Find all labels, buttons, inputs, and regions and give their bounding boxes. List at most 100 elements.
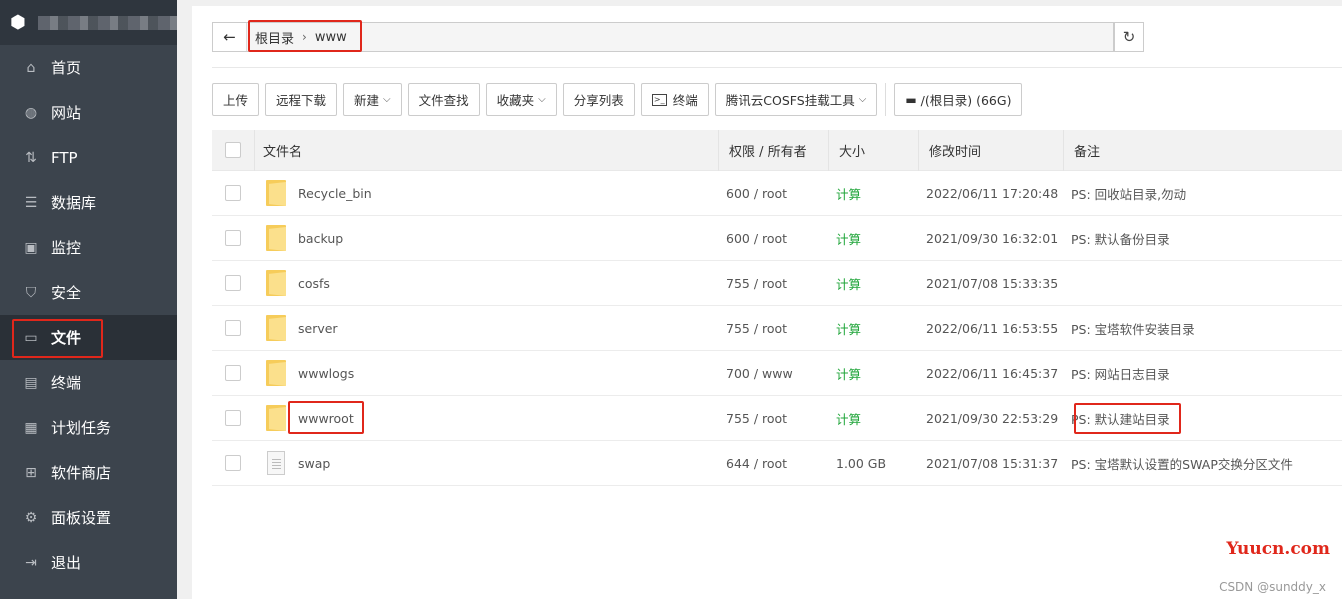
file-name[interactable]: backup bbox=[298, 231, 343, 246]
share-list-label: 分享列表 bbox=[573, 93, 624, 108]
site-watermark: Yuucn.com bbox=[1226, 539, 1330, 559]
sidebar-item-label: 软件商店 bbox=[51, 464, 112, 482]
sidebar-item-cron[interactable]: ▦ 计划任务 bbox=[0, 405, 177, 450]
size-cell[interactable]: 计算 bbox=[828, 319, 918, 338]
sidebar-item-monitor[interactable]: ▣ 监控 bbox=[0, 225, 177, 270]
select-all-checkbox[interactable] bbox=[225, 142, 241, 158]
cosfs-label: 腾讯云COSFS挂载工具 bbox=[725, 93, 855, 108]
size-cell[interactable]: 计算 bbox=[828, 229, 918, 248]
row-checkbox[interactable] bbox=[225, 455, 241, 471]
row-checkbox[interactable] bbox=[225, 185, 241, 201]
header-name[interactable]: 文件名 bbox=[254, 129, 718, 171]
disk-button[interactable]: ▬/(根目录) (66G) bbox=[894, 83, 1023, 116]
header-time[interactable]: 修改时间 bbox=[918, 129, 1063, 171]
home-icon: ⌂ bbox=[26, 59, 36, 76]
remote-download-label: 远程下载 bbox=[276, 93, 327, 108]
row-check-cell bbox=[212, 320, 254, 336]
time-cell: 2022/06/11 17:20:48 bbox=[926, 185, 1059, 201]
sidebar-item-database[interactable]: ☰ 数据库 bbox=[0, 180, 177, 225]
sidebar-item-website[interactable]: ◍ 网站 bbox=[0, 90, 177, 135]
row-checkbox[interactable] bbox=[225, 320, 241, 336]
row-checkbox[interactable] bbox=[225, 230, 241, 246]
note-cell[interactable]: PS: 网站日志目录 bbox=[1063, 364, 1342, 383]
table-row[interactable]: swap 644 / root 1.00 GB 2021/07/08 15:31… bbox=[212, 441, 1342, 486]
author-watermark: CSDN @sunddy_x bbox=[1219, 580, 1326, 594]
note-cell[interactable]: PS: 宝塔软件安装目录 bbox=[1063, 319, 1342, 338]
sidebar-item-label: 终端 bbox=[51, 374, 82, 392]
row-check-cell bbox=[212, 275, 254, 291]
size-cell[interactable]: 计算 bbox=[828, 274, 918, 293]
row-check-cell bbox=[212, 230, 254, 246]
row-checkbox[interactable] bbox=[225, 410, 241, 426]
file-name[interactable]: cosfs bbox=[298, 276, 330, 291]
sidebar-item-store[interactable]: ⊞ 软件商店 bbox=[0, 450, 177, 495]
sidebar-item-label: 首页 bbox=[51, 59, 82, 77]
file-name[interactable]: Recycle_bin bbox=[298, 186, 372, 201]
back-button[interactable]: ← bbox=[213, 23, 247, 51]
folder-icon bbox=[266, 360, 286, 386]
select-all-cell bbox=[212, 142, 254, 158]
folder-icon bbox=[266, 405, 286, 431]
name-cell: backup bbox=[254, 225, 718, 251]
sidebar-item-security[interactable]: ⛉ 安全 bbox=[0, 270, 177, 315]
perm-cell[interactable]: 700 / www bbox=[718, 366, 828, 381]
size-cell[interactable]: 计算 bbox=[828, 409, 918, 428]
table-row[interactable]: cosfs 755 / root 计算 2021/07/08 15:33:35 bbox=[212, 261, 1342, 306]
table-row[interactable]: Recycle_bin 600 / root 计算 2022/06/11 17:… bbox=[212, 171, 1342, 216]
new-dropdown-button[interactable]: 新建 ⌵ bbox=[343, 83, 402, 116]
breadcrumb-current[interactable]: www bbox=[307, 30, 355, 45]
sidebar-item-settings[interactable]: ⚙ 面板设置 bbox=[0, 495, 177, 540]
note-cell[interactable]: PS: 默认建站目录 bbox=[1063, 409, 1342, 428]
share-list-button[interactable]: 分享列表 bbox=[562, 83, 635, 116]
name-cell: wwwroot bbox=[254, 405, 718, 431]
header-size[interactable]: 大小 bbox=[828, 129, 918, 171]
size-cell[interactable]: 计算 bbox=[828, 184, 918, 203]
table-row[interactable]: server 755 / root 计算 2022/06/11 16:53:55… bbox=[212, 306, 1342, 351]
table-row[interactable]: wwwlogs 700 / www 计算 2022/06/11 16:45:37… bbox=[212, 351, 1342, 396]
time-cell: 2021/07/08 15:31:37 bbox=[926, 455, 1059, 471]
favorites-dropdown-button[interactable]: 收藏夹 ⌵ bbox=[485, 83, 557, 116]
file-name[interactable]: wwwroot bbox=[298, 411, 354, 426]
name-cell: Recycle_bin bbox=[254, 180, 718, 206]
size-cell[interactable]: 计算 bbox=[828, 364, 918, 383]
row-check-cell bbox=[212, 365, 254, 381]
sidebar-item-home[interactable]: ⌂ 首页 bbox=[0, 45, 177, 90]
apps-icon: ⊞ bbox=[25, 464, 37, 481]
perm-cell[interactable]: 755 / root bbox=[718, 276, 828, 291]
terminal-button[interactable]: >_ 终端 bbox=[640, 83, 709, 116]
note-cell[interactable]: PS: 回收站目录,勿动 bbox=[1063, 184, 1342, 203]
note-cell[interactable]: PS: 默认备份目录 bbox=[1063, 229, 1342, 248]
perm-cell[interactable]: 755 / root bbox=[718, 321, 828, 336]
upload-button[interactable]: 上传 bbox=[212, 83, 260, 116]
note-cell[interactable]: PS: 宝塔默认设置的SWAP交换分区文件 bbox=[1063, 454, 1342, 473]
header-perm[interactable]: 权限 / 所有者 bbox=[718, 129, 828, 171]
chevron-down-icon: ⌵ bbox=[538, 94, 546, 105]
sidebar-item-files[interactable]: ▭ 文件 bbox=[0, 315, 177, 360]
refresh-button[interactable]: ↻ bbox=[1114, 22, 1144, 52]
sidebar-item-terminal[interactable]: ▤ 终端 bbox=[0, 360, 177, 405]
cosfs-dropdown-button[interactable]: 腾讯云COSFS挂载工具 ⌵ bbox=[714, 83, 878, 116]
table-row[interactable]: backup 600 / root 计算 2021/09/30 16:32:01… bbox=[212, 216, 1342, 261]
file-name[interactable]: server bbox=[298, 321, 338, 336]
perm-cell[interactable]: 600 / root bbox=[718, 186, 828, 201]
file-name[interactable]: swap bbox=[298, 456, 330, 471]
file-name[interactable]: wwwlogs bbox=[298, 366, 354, 381]
sidebar-item-logout[interactable]: ⇥ 退出 bbox=[0, 540, 177, 585]
ftp-icon: ⇅ bbox=[25, 149, 37, 166]
sidebar-item-label: 安全 bbox=[51, 284, 82, 302]
name-cell: swap bbox=[254, 451, 718, 475]
perm-cell[interactable]: 644 / root bbox=[718, 456, 828, 471]
breadcrumb-root[interactable]: 根目录 bbox=[247, 28, 302, 47]
remote-download-button[interactable]: 远程下载 bbox=[265, 83, 338, 116]
perm-cell[interactable]: 755 / root bbox=[718, 411, 828, 426]
folder-icon bbox=[266, 180, 286, 206]
file-search-button[interactable]: 文件查找 bbox=[407, 83, 480, 116]
disk-label: /(根目录) (66G) bbox=[920, 93, 1012, 108]
perm-cell[interactable]: 600 / root bbox=[718, 231, 828, 246]
table-row[interactable]: wwwroot 755 / root 计算 2021/09/30 22:53:2… bbox=[212, 396, 1342, 441]
main-panel: ← 根目录 › www ↻ 上传 远程下载 新建 ⌵ 文件查找 收藏夹 ⌵ 分享列表… bbox=[192, 6, 1342, 599]
sidebar-item-ftp[interactable]: ⇅ FTP bbox=[0, 135, 177, 180]
row-checkbox[interactable] bbox=[225, 275, 241, 291]
favorites-label: 收藏夹 bbox=[496, 93, 535, 108]
row-checkbox[interactable] bbox=[225, 365, 241, 381]
